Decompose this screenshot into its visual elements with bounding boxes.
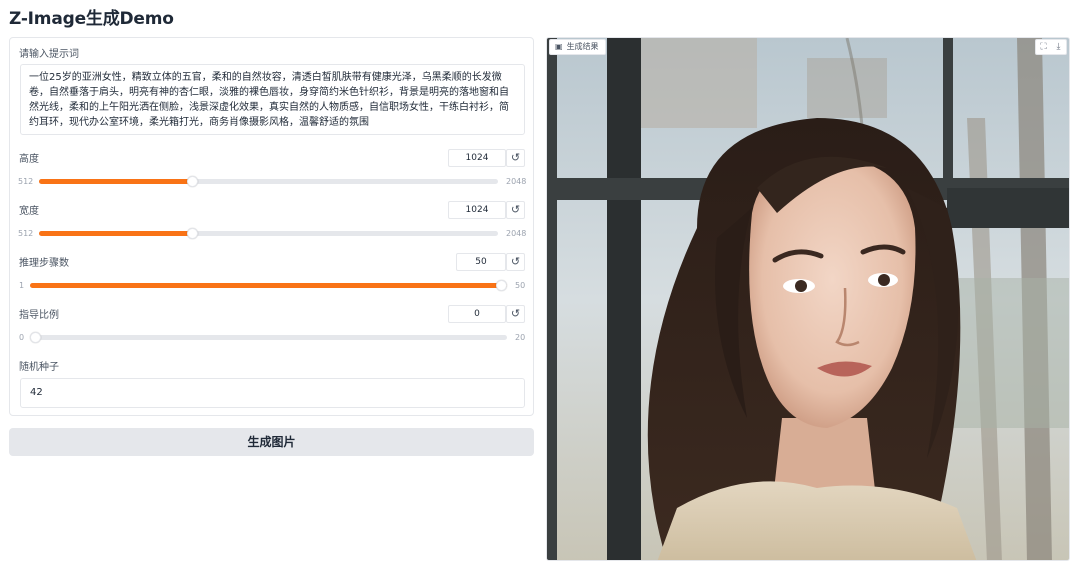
seed-label: 随机种子 — [19, 362, 59, 373]
width-slider-fill — [39, 231, 192, 236]
generated-portrait-image — [547, 38, 1069, 560]
guidance-min-label: 0 — [19, 333, 25, 342]
fullscreen-icon[interactable]: ⛶ — [1036, 40, 1051, 54]
reset-icon: ↺ — [510, 203, 521, 216]
result-image-panel: ▣ 生成结果 ⛶ ⤓ — [546, 37, 1070, 561]
reset-icon: ↺ — [510, 307, 521, 320]
guidance-number-input[interactable]: 0 — [448, 305, 506, 323]
width-label: 宽度 — [19, 206, 39, 217]
height-slider-fill — [39, 179, 192, 184]
guidance-label: 指导比例 — [19, 310, 59, 321]
steps-slider[interactable] — [30, 280, 507, 291]
height-slider-thumb[interactable] — [186, 176, 198, 187]
reset-icon: ↺ — [510, 255, 521, 268]
width-slider-thumb[interactable] — [186, 228, 198, 239]
width-slider[interactable] — [39, 228, 498, 239]
guidance-slider-thumb[interactable] — [30, 332, 41, 343]
height-slider[interactable] — [39, 176, 498, 187]
guidance-slider[interactable] — [30, 332, 507, 343]
steps-slider-fill — [30, 283, 507, 288]
guidance-max-label: 20 — [515, 333, 526, 342]
width-reset-button[interactable]: ↺ — [506, 201, 525, 219]
download-icon[interactable]: ⤓ — [1051, 40, 1066, 54]
steps-slider-thumb[interactable] — [496, 280, 507, 291]
prompt-input[interactable]: 一位25岁的亚洲女性，精致立体的五官，柔和的自然妆容，清透白皙肌肤带有健康光泽，… — [20, 64, 525, 135]
seed-input[interactable]: 42 — [20, 378, 525, 408]
steps-label: 推理步骤数 — [19, 258, 69, 269]
height-label: 高度 — [19, 154, 39, 165]
steps-min-label: 1 — [19, 281, 25, 290]
reset-icon: ↺ — [510, 151, 521, 164]
steps-number-input[interactable]: 50 — [456, 253, 506, 271]
width-min-label: 512 — [18, 229, 34, 238]
height-reset-button[interactable]: ↺ — [506, 149, 525, 167]
result-label: 生成结果 — [566, 42, 599, 51]
height-min-label: 512 — [18, 177, 34, 186]
height-number-input[interactable]: 1024 — [448, 149, 506, 167]
generate-button[interactable]: 生成图片 — [9, 428, 534, 456]
steps-max-label: 50 — [515, 281, 526, 290]
guidance-reset-button[interactable]: ↺ — [506, 305, 525, 323]
page-title: Z-Image生成Demo — [9, 9, 174, 29]
prompt-label: 请输入提示词 — [19, 49, 79, 60]
image-toolbar: ⛶ ⤓ — [1035, 39, 1067, 55]
width-number-input[interactable]: 1024 — [448, 201, 506, 219]
image-icon: ▣ — [555, 42, 563, 51]
steps-reset-button[interactable]: ↺ — [506, 253, 525, 271]
width-max-label: 2048 — [506, 229, 527, 238]
height-max-label: 2048 — [506, 177, 527, 186]
result-label-tag: ▣ 生成结果 — [549, 39, 606, 55]
settings-panel: 请输入提示词 一位25岁的亚洲女性，精致立体的五官，柔和的自然妆容，清透白皙肌肤… — [9, 37, 534, 416]
